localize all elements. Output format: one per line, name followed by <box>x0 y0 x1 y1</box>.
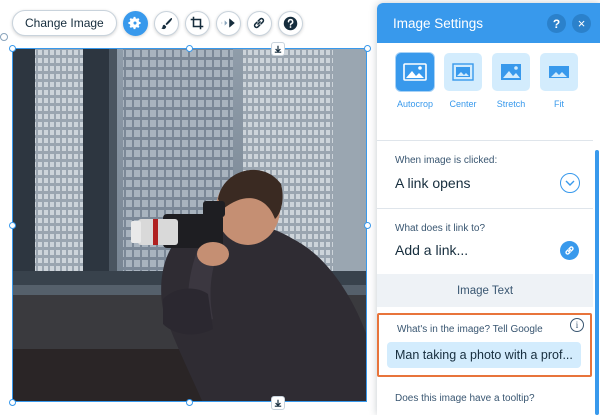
help-button[interactable] <box>277 10 303 36</box>
fit-option-label: Autocrop <box>396 99 434 109</box>
design-button[interactable] <box>153 10 179 36</box>
fit-option-label: Fit <box>554 99 564 109</box>
crop-button[interactable] <box>184 10 210 36</box>
link-icon <box>565 246 574 255</box>
selected-image[interactable] <box>12 48 367 402</box>
panel-body: Autocrop Center Stretch Fit When image i… <box>377 43 600 415</box>
image-icon <box>492 53 530 91</box>
settings-button[interactable] <box>122 10 148 36</box>
panel-scrollbar[interactable] <box>595 150 599 415</box>
info-icon[interactable]: i <box>570 318 584 332</box>
image-text-heading: Image Text <box>377 274 593 307</box>
alt-text-input[interactable]: Man taking a photo with a prof... <box>387 342 581 368</box>
image-icon <box>444 53 482 91</box>
resize-handle-top-right[interactable] <box>364 45 371 52</box>
change-image-button[interactable]: Change Image <box>12 10 117 36</box>
resize-handle-mid-right[interactable] <box>364 222 371 229</box>
fit-option-label: Stretch <box>496 99 526 109</box>
alt-text-label: What's in the image? Tell Google <box>397 324 543 335</box>
divider <box>377 208 593 209</box>
stretch-top-handle[interactable] <box>271 42 285 56</box>
resize-handle-bottom-left[interactable] <box>9 399 16 406</box>
fit-option-label: Center <box>449 99 477 109</box>
link-icon <box>254 17 265 29</box>
click-action-label: When image is clicked: <box>395 155 498 166</box>
arrow-down-icon <box>274 399 282 407</box>
panel-help-button[interactable]: ? <box>547 14 566 33</box>
help-icon <box>283 16 297 30</box>
resize-handle-mid-left[interactable] <box>9 222 16 229</box>
resize-handle-top-left[interactable] <box>9 45 16 52</box>
panel-close-button[interactable]: × <box>572 14 591 33</box>
image-settings-panel: Image Settings ? × Autocrop Center Stret… <box>377 3 600 415</box>
image-toolbar: Change Image <box>12 10 303 36</box>
fit-option-fit[interactable]: Fit <box>538 53 580 109</box>
resize-handle-top-center[interactable] <box>186 45 193 52</box>
crop-icon <box>190 16 204 30</box>
link-button[interactable] <box>246 10 272 36</box>
fit-option-stretch[interactable]: Stretch <box>490 53 532 109</box>
alt-text-section: What's in the image? Tell Google i Man t… <box>377 313 592 377</box>
add-link-button[interactable] <box>560 241 579 260</box>
click-action-value[interactable]: A link opens <box>395 175 471 191</box>
tooltip-label: Does this image have a tooltip? <box>395 393 535 404</box>
panel-header: Image Settings ? × <box>377 3 600 43</box>
gear-icon <box>128 16 141 30</box>
click-action-dropdown[interactable] <box>560 173 580 193</box>
photo-man-with-camera <box>13 49 366 401</box>
rotate-handle[interactable] <box>0 33 8 41</box>
animation-button[interactable] <box>215 10 241 36</box>
stretch-bottom-handle[interactable] <box>271 396 285 410</box>
divider <box>377 140 593 141</box>
fit-options: Autocrop Center Stretch Fit <box>377 43 600 139</box>
animation-icon <box>221 18 235 28</box>
image-icon <box>540 53 578 91</box>
resize-handle-bottom-center[interactable] <box>186 399 193 406</box>
fit-option-autocrop[interactable]: Autocrop <box>394 53 436 109</box>
brush-icon <box>161 17 172 29</box>
image-icon <box>396 53 434 91</box>
fit-option-center[interactable]: Center <box>442 53 484 109</box>
arrow-down-icon <box>274 45 282 53</box>
chevron-down-icon <box>565 180 575 186</box>
panel-title: Image Settings <box>393 15 484 31</box>
link-target-label: What does it link to? <box>395 223 486 234</box>
link-target-value[interactable]: Add a link... <box>395 242 468 258</box>
